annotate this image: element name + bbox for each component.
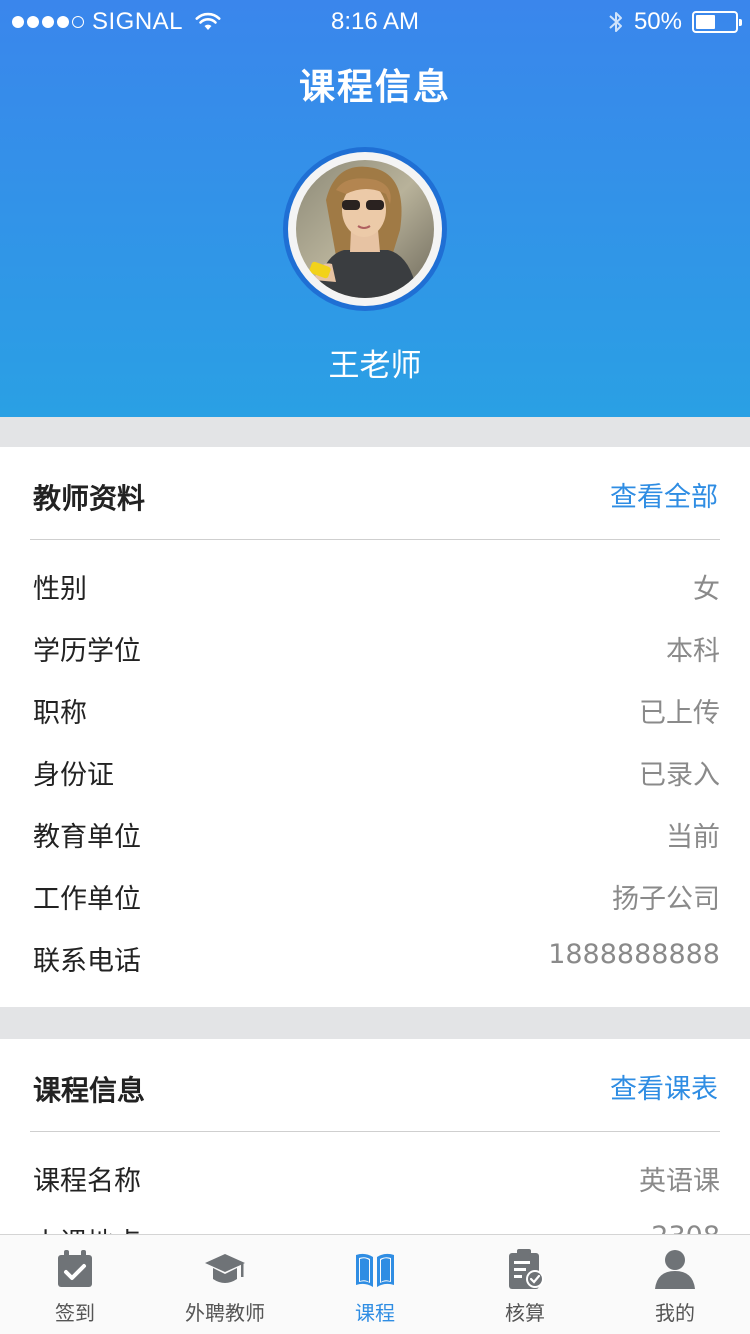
row-value: 女 — [693, 574, 720, 605]
row-label: 性别 — [33, 574, 87, 605]
graduation-cap-icon — [205, 1254, 245, 1283]
battery-icon — [692, 11, 742, 33]
tab-mine[interactable]: 我的 — [600, 1235, 750, 1334]
info-row-phone: 联系电话 1888888888 — [30, 925, 720, 987]
course-info-title: 课程信息 — [33, 1074, 146, 1107]
avatar-photo — [296, 160, 434, 298]
info-row-degree: 学历学位 本科 — [30, 615, 720, 677]
info-row-title: 职称 已上传 — [30, 677, 720, 739]
page-title: 课程信息 — [298, 67, 451, 108]
row-label: 工作单位 — [33, 884, 141, 915]
row-label: 学历学位 — [33, 636, 141, 667]
row-label: 课程名称 — [33, 1166, 141, 1197]
bottom-tab-bar: 签到 外聘教师 课程 核算 我的 — [0, 1234, 750, 1334]
row-label: 职称 — [33, 698, 87, 729]
battery-fill — [696, 15, 715, 29]
tab-label: 核算 — [505, 1301, 545, 1325]
battery-percent: 50% — [633, 8, 682, 35]
tab-label: 课程 — [355, 1301, 395, 1325]
profile-header: SIGNAL 8:16 AM 50% 课程信息 王老师 — [0, 0, 750, 417]
row-label: 教育单位 — [33, 822, 141, 853]
info-row-id-card: 身份证 已录入 — [30, 739, 720, 801]
row-value: 本科 — [666, 636, 720, 667]
screen: SIGNAL 8:16 AM 50% 课程信息 王老师 教师资料 查看全部 性别… — [0, 0, 750, 1334]
calendar-check-icon — [58, 1250, 92, 1287]
view-schedule-link[interactable]: 查看课表 — [610, 1067, 718, 1106]
open-book-icon — [356, 1253, 394, 1287]
teacher-info-title: 教师资料 — [33, 482, 146, 515]
info-row-education-unit: 教育单位 当前 — [30, 801, 720, 863]
view-all-link[interactable]: 查看全部 — [610, 475, 718, 514]
teacher-name: 王老师 — [328, 348, 422, 384]
tab-courses[interactable]: 课程 — [300, 1235, 450, 1334]
row-value: 已上传 — [639, 698, 720, 729]
teacher-info-header: 教师资料 查看全部 — [30, 447, 720, 540]
row-label: 身份证 — [33, 760, 114, 791]
row-label: 联系电话 — [33, 946, 141, 977]
tab-external-teachers[interactable]: 外聘教师 — [150, 1235, 300, 1334]
tab-label: 我的 — [655, 1301, 695, 1325]
tab-accounting[interactable]: 核算 — [450, 1235, 600, 1334]
person-icon — [655, 1250, 695, 1289]
tab-label: 签到 — [55, 1301, 95, 1325]
tab-checkin[interactable]: 签到 — [0, 1235, 150, 1334]
info-row-course-name: 课程名称 英语课 — [30, 1145, 720, 1207]
info-row-work-unit: 工作单位 扬子公司 — [30, 863, 720, 925]
teacher-info-card: 教师资料 查看全部 性别 女 学历学位 本科 职称 已上传 身份证 已录入 教育… — [0, 447, 750, 1007]
info-row-gender: 性别 女 — [30, 553, 720, 615]
avatar[interactable] — [283, 147, 447, 311]
bluetooth-icon — [609, 12, 622, 32]
row-value: 1888888888 — [548, 939, 720, 970]
row-value: 扬子公司 — [612, 884, 720, 915]
row-value: 当前 — [666, 822, 720, 853]
status-bar: SIGNAL 8:16 AM 50% — [0, 0, 750, 44]
course-info-card: 课程信息 查看课表 课程名称 英语课 上课地点 2308 — [0, 1039, 750, 1259]
clipboard-check-icon — [509, 1249, 544, 1289]
course-info-header: 课程信息 查看课表 — [30, 1039, 720, 1132]
tab-label: 外聘教师 — [185, 1301, 265, 1325]
status-right: 50% — [608, 8, 742, 36]
row-value: 已录入 — [639, 760, 720, 791]
row-value: 英语课 — [639, 1166, 720, 1197]
